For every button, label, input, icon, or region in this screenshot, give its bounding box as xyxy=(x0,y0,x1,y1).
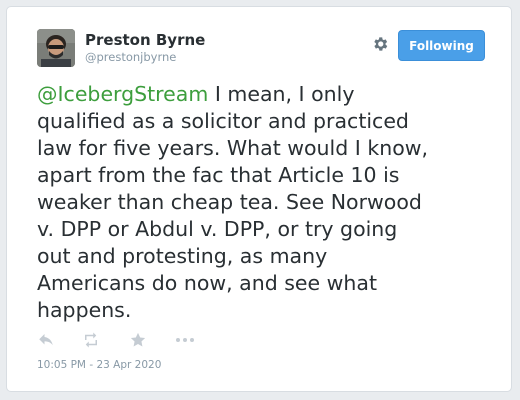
author-name[interactable]: Preston Byrne xyxy=(85,31,205,49)
author-handle[interactable]: @prestonjbyrne xyxy=(85,50,176,64)
mention-link[interactable]: @IcebergStream xyxy=(37,82,208,106)
tweet-card: Preston Byrne @prestonjbyrne Following @… xyxy=(6,6,512,392)
tweet-line: happens. xyxy=(37,298,132,322)
following-button[interactable]: Following xyxy=(398,30,485,61)
gear-icon[interactable] xyxy=(371,35,389,53)
retweet-icon[interactable] xyxy=(82,331,100,349)
tweet-line: apart from the fac that Article 10 is xyxy=(37,163,400,187)
reply-icon[interactable] xyxy=(37,331,55,349)
tweet-line: out and protesting, as many xyxy=(37,244,328,268)
tweet-line: weaker than cheap tea. See Norwood xyxy=(37,190,422,214)
star-icon[interactable] xyxy=(129,331,147,349)
avatar-image xyxy=(37,29,75,67)
tweet-line: Americans do now, and see what xyxy=(37,271,378,295)
tweet-text: @IcebergStream I mean, I only qualified … xyxy=(37,81,507,324)
tweet-line: law for five years. What would I know, xyxy=(37,136,429,160)
tweet-line: @IcebergStream I mean, I only xyxy=(37,81,507,108)
tweet-timestamp[interactable]: 10:05 PM - 23 Apr 2020 xyxy=(37,359,161,371)
tweet-line: qualified as a solicitor and practiced xyxy=(37,109,409,133)
tweet-line: v. DPP or Abdul v. DPP, or try going xyxy=(37,217,398,241)
more-icon[interactable] xyxy=(174,331,196,349)
tweet-line-text: I mean, I only xyxy=(208,82,355,106)
avatar[interactable] xyxy=(37,29,75,67)
